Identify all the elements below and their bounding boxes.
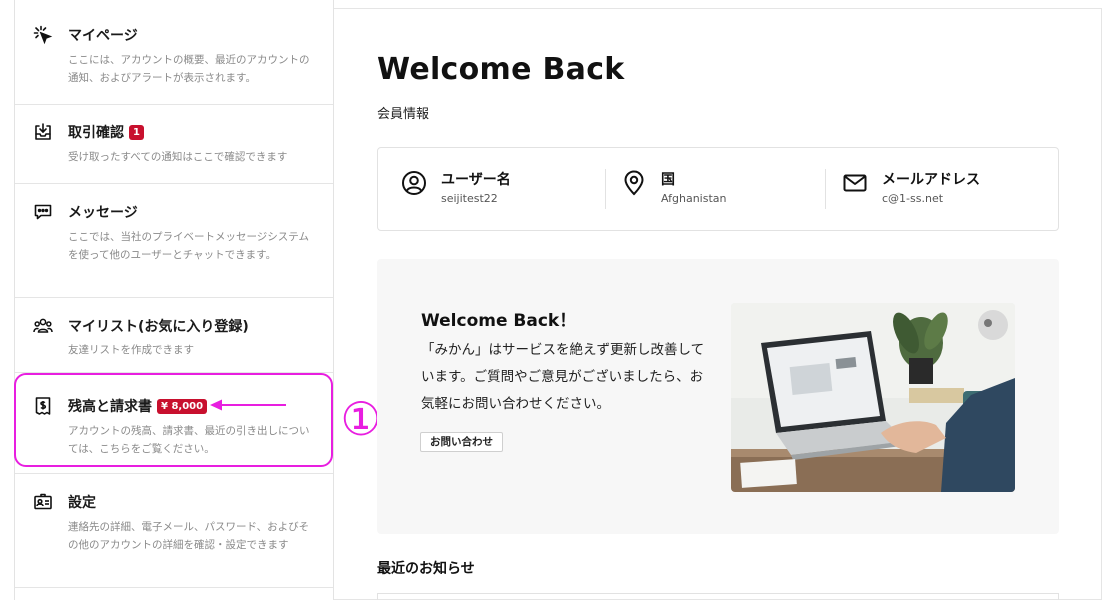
mail-icon [842, 170, 868, 196]
welcome-title: Welcome Back！ [421, 311, 577, 331]
pointer-click-icon [33, 25, 53, 45]
sidebar-item-desc: 連絡先の詳細、電子メール、パスワード、およびその他のアカウントの詳細を確認・設定… [68, 521, 310, 551]
page-subtitle: 会員情報 [377, 107, 430, 122]
id-card-icon [33, 492, 53, 512]
page-title: Welcome Back [377, 52, 625, 87]
balance-badge: ¥ 8,000 [157, 398, 208, 414]
sidebar-item-label: マイページ [68, 28, 138, 44]
divider [605, 169, 606, 209]
users-group-icon [33, 316, 53, 336]
info-value: seijitest22 [441, 192, 498, 205]
info-username: ユーザー名 seijitest22 [401, 168, 601, 208]
sidebar-item-label: メッセージ [68, 205, 138, 221]
inbox-download-icon [33, 122, 53, 142]
info-email: メールアドレス c@1-ss.net [842, 168, 1042, 208]
sidebar-item-desc: 友達リストを作成できます [68, 344, 194, 356]
receipt-icon [33, 396, 53, 416]
sidebar-item-messages[interactable]: メッセージ ここでは、当社のプライベートメッセージシステムを使って他のユーザーと… [15, 184, 333, 298]
sidebar-item-label: マイリスト(お気に入り登録) [68, 319, 249, 335]
user-circle-icon [401, 170, 427, 196]
info-label: ユーザー名 [441, 172, 511, 188]
chat-bubble-icon [33, 202, 53, 222]
sidebar-item-label-wrap: 取引確認 1 [68, 122, 144, 142]
sidebar-nav: マイページ ここには、アカウントの概要、最近のアカウントの通知、およびアラートが… [14, 0, 334, 600]
annotation-arrow [210, 399, 286, 411]
laptop-photo [731, 303, 1015, 492]
divider [825, 169, 826, 209]
info-value: c@1-ss.net [882, 192, 944, 205]
notification-badge: 1 [129, 124, 144, 140]
sidebar-item-desc: ここでは、当社のプライベートメッセージシステムを使って他のユーザーとチャットでき… [68, 231, 309, 261]
news-list-box [377, 593, 1059, 600]
welcome-body: 「みかん」はサービスを絶えず更新し改善しています。ご質問やご意見がございましたら… [421, 342, 705, 412]
sidebar-item-label: 取引確認 [68, 125, 124, 141]
sidebar-item-label: 設定 [68, 495, 96, 511]
sidebar-item-desc: 受け取ったすべての通知はここで確認できます [68, 151, 288, 163]
map-pin-icon [621, 170, 647, 196]
sidebar-item-desc: ここには、アカウントの概要、最近のアカウントの通知、およびアラートが表示されます… [68, 54, 310, 84]
sidebar-item-balance[interactable]: 残高と請求書 ¥ 8,000 アカウントの残高、請求書、最近の引き出しについては… [15, 373, 333, 474]
sidebar-item-settings[interactable]: 設定 連絡先の詳細、電子メール、パスワード、およびその他のアカウントの詳細を確認… [15, 474, 333, 588]
sidebar-item-label-wrap: 残高と請求書 ¥ 8,000 [68, 396, 208, 416]
sidebar-item-desc: アカウントの残高、請求書、最近の引き出しについては、こちらをご覧ください。 [68, 425, 310, 455]
info-label: メールアドレス [882, 172, 980, 188]
sidebar-item-transactions[interactable]: 取引確認 1 受け取ったすべての通知はここで確認できます [15, 105, 333, 184]
news-section-title: 最近のお知らせ [377, 561, 475, 577]
contact-button[interactable]: お問い合わせ [420, 432, 503, 452]
sidebar-item-label: 残高と請求書 [68, 399, 152, 415]
member-info-card: ユーザー名 seijitest22 国 Afghanistan メールアドレス … [377, 147, 1059, 231]
info-label: 国 [661, 172, 675, 188]
sidebar-item-mypage[interactable]: マイページ ここには、アカウントの概要、最近のアカウントの通知、およびアラートが… [15, 0, 333, 105]
info-country: 国 Afghanistan [621, 168, 821, 208]
info-value: Afghanistan [661, 192, 727, 205]
sidebar-item-mylist[interactable]: マイリスト(お気に入り登録) 友達リストを作成できます [15, 298, 333, 373]
